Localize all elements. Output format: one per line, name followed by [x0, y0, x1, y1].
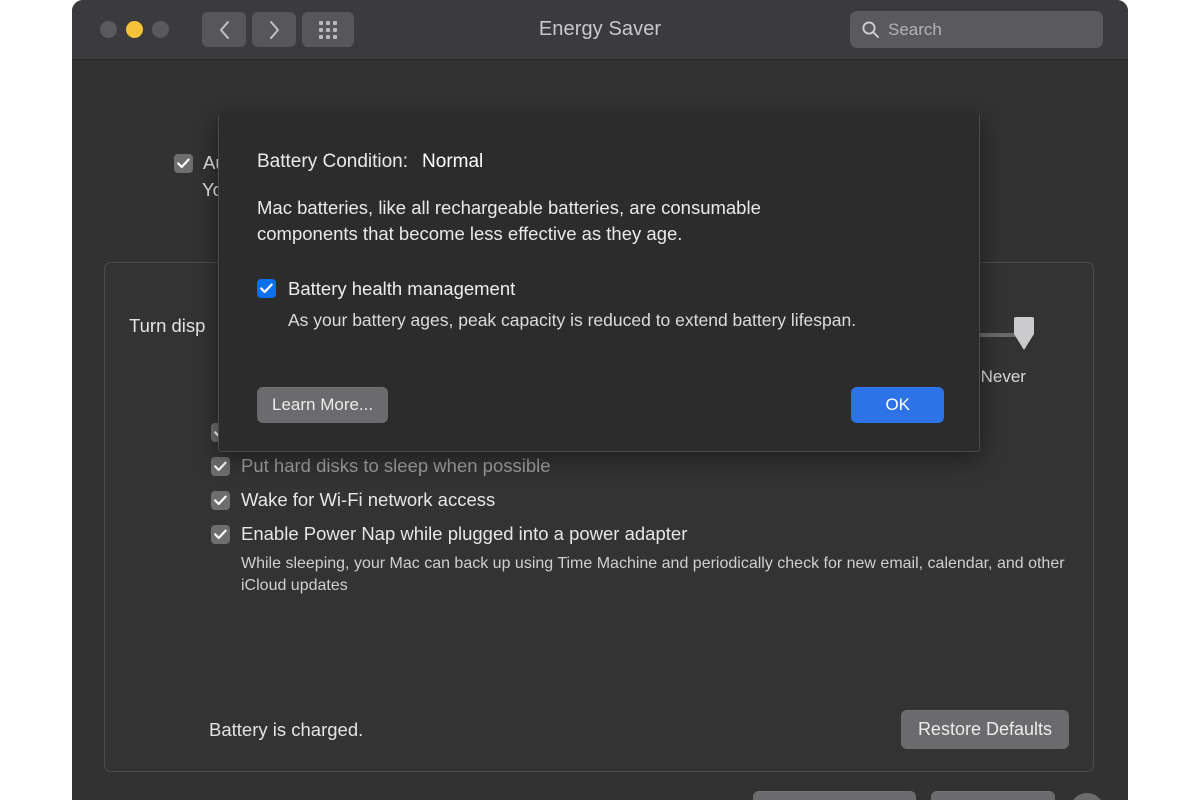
panel-footer: Battery is charged. Restore Defaults — [105, 710, 1093, 749]
display-sleep-label: Turn disp — [129, 315, 206, 336]
learn-more-button[interactable]: Learn More... — [257, 387, 389, 423]
hard-disk-sleep-checkbox[interactable] — [211, 456, 230, 476]
automatic-graphics-switching-checkbox[interactable] — [174, 153, 193, 173]
battery-status-text: Battery is charged. — [209, 718, 364, 740]
slider-thumb[interactable] — [1009, 317, 1039, 353]
restore-defaults-button[interactable]: Restore Defaults — [900, 710, 1069, 749]
dialog-button-row: Learn More... OK — [257, 387, 944, 423]
wake-wifi-checkbox[interactable] — [211, 490, 230, 510]
power-nap-label: Enable Power Nap while plugged into a po… — [241, 523, 688, 544]
ok-button[interactable]: OK — [851, 387, 944, 423]
hard-disk-sleep-row[interactable]: Put hard disks to sleep when possible — [211, 449, 687, 483]
checkmark-icon — [214, 461, 227, 471]
checkmark-icon — [214, 495, 227, 505]
checkmark-icon — [260, 283, 273, 294]
wake-wifi-row[interactable]: Wake for Wi-Fi network access — [211, 483, 687, 517]
footer-button-group: Battery Health... Schedule... ? — [752, 790, 1104, 800]
energy-saver-window: Energy Saver Search Turn disp Never Put … — [72, 0, 1128, 800]
hard-disk-sleep-label: Put hard disks to sleep when possible — [241, 455, 551, 476]
battery-condition-value: Normal — [422, 151, 484, 172]
window-footer: Show battery status in menu bar Battery … — [72, 778, 1128, 800]
battery-health-dialog: Battery Condition: Normal Mac batteries,… — [218, 115, 980, 452]
dialog-paragraph: Mac batteries, like all rechargeable bat… — [257, 197, 761, 245]
power-nap-checkbox[interactable] — [211, 524, 230, 544]
battery-condition-label: Battery Condition: — [257, 151, 409, 172]
battery-health-management-row[interactable]: Battery health management — [257, 278, 941, 300]
screenshot-root: Energy Saver Search Turn disp Never Put … — [0, 0, 1200, 800]
window-titlebar: Energy Saver Search — [72, 0, 1128, 60]
help-button[interactable]: ? — [1070, 793, 1104, 800]
wake-wifi-label: Wake for Wi-Fi network access — [241, 489, 496, 510]
checkmark-icon — [214, 529, 227, 539]
search-field[interactable]: Search — [850, 11, 1103, 48]
battery-health-button[interactable]: Battery Health... — [752, 790, 916, 800]
battery-health-management-label: Battery health management — [288, 277, 516, 299]
battery-health-management-description: As your battery ages, peak capacity is r… — [288, 309, 857, 330]
battery-condition-row: Battery Condition: Normal — [257, 151, 941, 173]
battery-health-management-checkbox[interactable] — [257, 279, 276, 299]
search-icon — [861, 20, 880, 39]
power-nap-row[interactable]: Enable Power Nap while plugged into a po… — [211, 517, 687, 551]
schedule-button[interactable]: Schedule... — [930, 790, 1055, 800]
checkmark-icon — [177, 158, 190, 168]
dialog-content: Battery Condition: Normal Mac batteries,… — [219, 115, 979, 423]
slider-tick-never: Never — [980, 367, 1026, 386]
search-input-placeholder: Search — [888, 19, 942, 39]
power-nap-description: While sleeping, your Mac can back up usi… — [241, 555, 1065, 594]
window-body: Automati Your com Turn disp — [72, 60, 1128, 800]
